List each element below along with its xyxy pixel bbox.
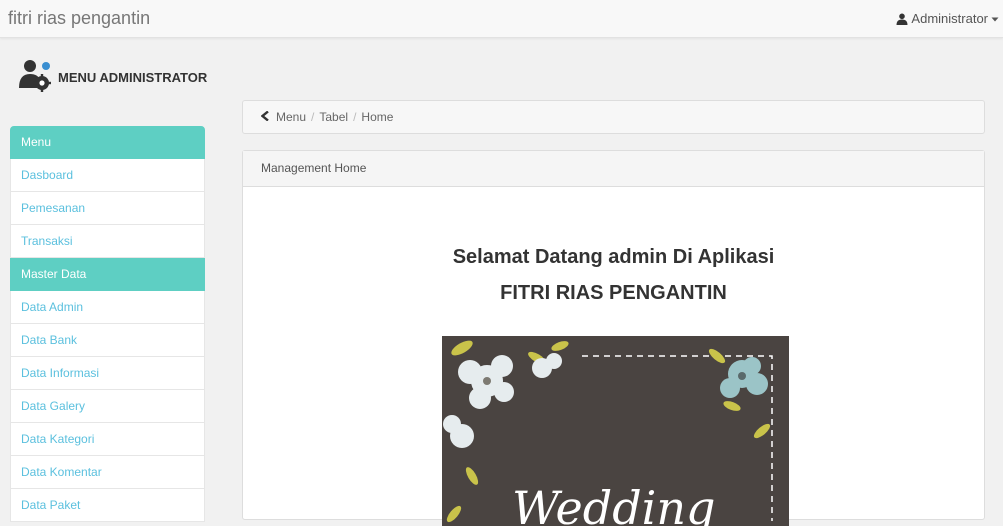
sidebar-item-dasboard[interactable]: Dasboard bbox=[10, 159, 205, 192]
sidebar-item-data-galery[interactable]: Data Galery bbox=[10, 390, 205, 423]
sidebar-item-data-paket[interactable]: Data Paket bbox=[10, 489, 205, 522]
welcome-heading: Selamat Datang admin Di Aplikasi bbox=[452, 246, 775, 268]
sidebar-item-master-data-header: Master Data bbox=[10, 258, 205, 291]
sidebar-item-data-komentar[interactable]: Data Komentar bbox=[10, 456, 205, 489]
breadcrumb-separator: / bbox=[311, 110, 315, 124]
chevron-left-icon bbox=[260, 110, 270, 124]
app-name-heading: FITRI RIAS PENGANTIN bbox=[500, 282, 727, 304]
breadcrumb-menu[interactable]: Menu bbox=[276, 110, 306, 124]
caret-down-icon bbox=[991, 15, 999, 23]
sidebar-item-data-kategori[interactable]: Data Kategori bbox=[10, 423, 205, 456]
brand-title[interactable]: fitri rias pengantin bbox=[8, 8, 150, 29]
sidebar-item-data-admin[interactable]: Data Admin bbox=[10, 291, 205, 324]
sidebar-item-transaksi[interactable]: Transaksi bbox=[10, 225, 205, 258]
sidebar-header: MENU ADMINISTRATOR bbox=[18, 57, 207, 97]
breadcrumb-separator: / bbox=[353, 110, 357, 124]
user-menu-label: Administrator bbox=[911, 11, 988, 26]
sidebar-item-data-informasi[interactable]: Data Informasi bbox=[10, 357, 205, 390]
breadcrumb-home: Home bbox=[361, 110, 394, 124]
wedding-banner-image: Wedding bbox=[442, 336, 789, 526]
top-navbar: fitri rias pengantin Administrator bbox=[0, 0, 1003, 38]
sidebar-menu: Menu Dasboard Pemesanan Transaksi Master… bbox=[10, 126, 205, 522]
sidebar-item-pemesanan[interactable]: Pemesanan bbox=[10, 192, 205, 225]
sidebar-item-menu-header: Menu bbox=[10, 126, 205, 159]
sidebar-item-data-bank[interactable]: Data Bank bbox=[10, 324, 205, 357]
user-icon bbox=[896, 13, 908, 25]
management-panel: Management Home Selamat Datang admin Di … bbox=[242, 150, 985, 526]
breadcrumb-tabel[interactable]: Tabel bbox=[319, 110, 348, 124]
sidebar-title: MENU ADMINISTRATOR bbox=[58, 69, 208, 85]
panel-heading: Management Home bbox=[243, 151, 984, 187]
user-menu-dropdown[interactable]: Administrator bbox=[896, 11, 999, 26]
breadcrumb: Menu / Tabel / Home bbox=[242, 100, 985, 134]
admin-settings-icon bbox=[18, 58, 52, 97]
